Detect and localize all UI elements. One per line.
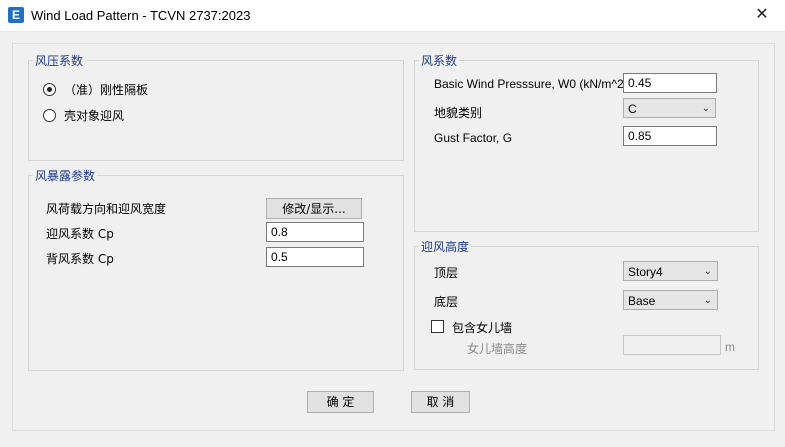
- gust-factor-field[interactable]: 0.85: [623, 126, 717, 146]
- include-parapet-label[interactable]: 包含女儿墙: [452, 319, 512, 336]
- bottom-story-value: Base: [628, 294, 656, 308]
- rigid-diaphragm-radio[interactable]: [43, 83, 56, 96]
- ok-button[interactable]: 确 定: [307, 391, 374, 413]
- cancel-button[interactable]: 取 消: [411, 391, 470, 413]
- shell-windward-label[interactable]: 壳对象迎风: [64, 107, 124, 124]
- top-story-select[interactable]: Story4 ⌄: [623, 261, 718, 281]
- include-parapet-checkbox[interactable]: [431, 320, 444, 333]
- group-title: 迎风高度: [419, 238, 472, 255]
- parapet-unit-label: m: [725, 340, 735, 354]
- parapet-height-field[interactable]: [623, 335, 721, 355]
- basic-wind-pressure-field[interactable]: 0.45: [623, 73, 717, 93]
- chevron-down-icon: ⌄: [703, 295, 712, 306]
- group-title: 风暴露参数: [33, 167, 98, 184]
- bottom-story-select[interactable]: Base ⌄: [623, 290, 718, 310]
- windward-cp-label: 迎风系数 Cp: [46, 227, 114, 241]
- title-bar: E Wind Load Pattern - TCVN 2737:2023 ✕: [0, 0, 785, 32]
- app-icon: E: [8, 7, 24, 23]
- direction-width-label: 风荷载方向和迎风宽度: [46, 202, 167, 216]
- shell-windward-radio[interactable]: [43, 109, 56, 122]
- top-story-label: 顶层: [434, 266, 459, 280]
- modify-show-button[interactable]: 修改/显示...: [266, 198, 362, 219]
- gust-factor-label: Gust Factor, G: [434, 131, 513, 145]
- terrain-category-select[interactable]: C ⌄: [623, 98, 716, 118]
- chevron-down-icon: ⌄: [703, 266, 712, 277]
- parapet-height-label: 女儿墙高度: [467, 342, 528, 356]
- window-title: Wind Load Pattern - TCVN 2737:2023: [31, 8, 251, 23]
- basic-wind-pressure-label: Basic Wind Presssure, W0 (kN/m^2): [434, 77, 628, 91]
- terrain-category-label: 地貌类别: [434, 106, 483, 120]
- chevron-down-icon: ⌄: [701, 103, 710, 114]
- bottom-story-label: 底层: [434, 295, 459, 309]
- rigid-diaphragm-label[interactable]: （准）刚性隔板: [64, 81, 148, 98]
- windward-cp-field[interactable]: 0.8: [266, 222, 364, 242]
- group-title: 风系数: [419, 52, 460, 69]
- terrain-category-value: C: [628, 102, 637, 116]
- leeward-cp-field[interactable]: 0.5: [266, 247, 364, 267]
- close-button[interactable]: ✕: [739, 0, 785, 31]
- top-story-value: Story4: [628, 265, 663, 279]
- leeward-cp-label: 背风系数 Cp: [46, 252, 114, 266]
- group-title: 风压系数: [33, 52, 86, 69]
